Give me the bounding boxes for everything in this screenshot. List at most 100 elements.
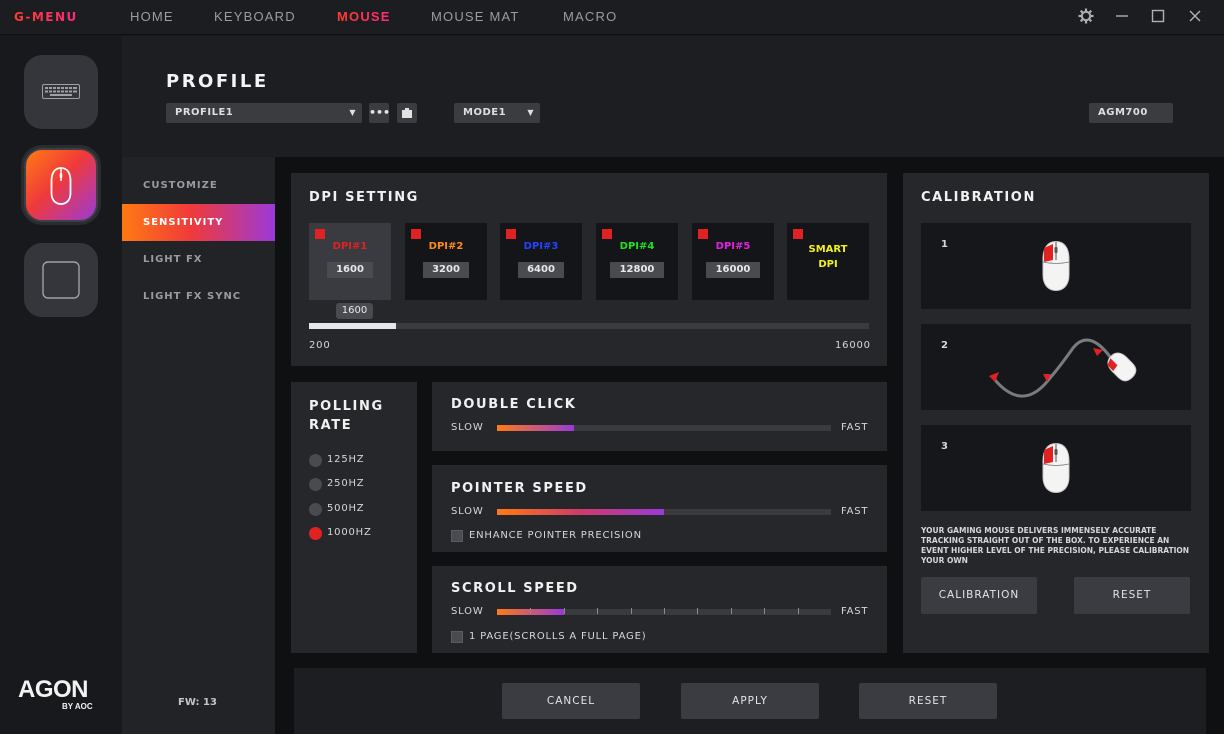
dpi-slider-tooltip: 1600 [336,303,373,319]
device-mousemat-button[interactable] [24,243,98,317]
scroll-speed-fast: FAST [841,606,869,617]
polling-radio-250[interactable] [309,478,322,491]
double-click-slider[interactable] [497,425,831,431]
profile-header [122,36,1224,157]
dpi-stage-value[interactable]: 6400 [518,262,564,278]
dpi-stage-4[interactable]: DPI#4 12800 [596,223,678,300]
calibration-path-illustration [989,338,1137,398]
dpi-stage-label: DPI#2 [428,241,464,252]
close-icon[interactable] [1185,8,1205,28]
device-rail [0,36,122,734]
mode-select-value: MODE1 [463,107,507,118]
nav-macro[interactable]: MACRO [563,9,617,24]
maximize-icon[interactable] [1148,8,1168,28]
profile-more-button[interactable]: ••• [369,103,390,123]
double-click-fill [497,425,574,431]
full-page-scroll-checkbox[interactable] [451,631,463,643]
aoc-logo: BY AOC [62,702,93,711]
dpi-stage-1[interactable]: DPI#1 1600 [309,223,391,300]
calibration-step-2: 2 [921,324,1191,410]
dpi-smart-checkbox[interactable] [793,229,803,239]
scroll-speed-tick [697,608,699,614]
app-brand: G-MENU [14,10,78,24]
scroll-speed-slider[interactable] [497,608,831,615]
dpi-stage-value[interactable]: 16000 [706,262,760,278]
dpi-slider[interactable] [309,323,869,329]
dpi-stage-3[interactable]: DPI#3 6400 [500,223,582,300]
nav-keyboard[interactable]: KEYBOARD [214,9,296,24]
calibration-step-number: 3 [941,441,949,452]
page-title: PROFILE [166,71,269,92]
profile-save-button[interactable] [397,103,417,123]
polling-label-125: 125HZ [327,454,365,465]
scroll-speed-tick [797,608,799,614]
polling-rate-title-2: RATE [309,418,353,433]
nav-home[interactable]: HOME [130,9,174,24]
scroll-speed-tick [664,608,665,614]
double-click-fast: FAST [841,422,869,433]
dpi-stage-label: DPI#3 [523,241,559,252]
polling-label-250: 250HZ [327,478,365,489]
keyboard-icon [42,84,80,99]
submenu-item-light-fx-sync[interactable]: LIGHT FX SYNC [122,278,275,315]
mode-select[interactable]: MODE1 ▼ [454,103,540,123]
cancel-button[interactable]: CANCEL [502,683,640,719]
double-click-panel [432,382,887,451]
pointer-speed-slow: SLOW [451,506,484,517]
dpi-stage-checkbox[interactable] [411,229,421,239]
scroll-speed-slow: SLOW [451,606,484,617]
calibration-step-1: 1 [921,223,1191,309]
chevron-down-icon: ▼ [527,108,534,117]
scroll-speed-tick [764,608,766,614]
mouse-icon [1042,442,1070,494]
dpi-stage-value[interactable]: 1600 [327,262,373,278]
polling-radio-1000[interactable] [309,527,322,540]
reset-button[interactable]: RESET [859,683,997,719]
full-page-scroll-label: 1 PAGE(SCROLLS A FULL PAGE) [469,631,647,642]
pointer-speed-fill [497,509,664,515]
dpi-smart-label-2: DPI [818,259,838,270]
agon-logo: AGON [18,676,89,703]
pointer-speed-title: POINTER SPEED [451,481,588,496]
double-click-title: DOUBLE CLICK [451,397,577,412]
dpi-stage-value[interactable]: 3200 [423,262,469,278]
dpi-stage-checkbox[interactable] [602,229,612,239]
submenu-item-customize[interactable]: CUSTOMIZE [122,167,275,204]
calibration-step-number: 2 [941,340,949,351]
dpi-stage-checkbox[interactable] [698,229,708,239]
calibration-button[interactable]: CALIBRATION [921,577,1037,614]
polling-radio-500[interactable] [309,503,322,516]
dpi-smart[interactable]: SMART DPI [787,223,869,300]
dpi-setting-title: DPI SETTING [309,190,419,205]
polling-label-1000: 1000HZ [327,527,372,538]
chevron-down-icon: ▼ [349,108,356,117]
dpi-slider-max: 16000 [835,340,871,351]
dpi-stage-2[interactable]: DPI#2 3200 [405,223,487,300]
submenu-item-sensitivity[interactable]: SENSITIVITY [122,204,275,241]
firmware-version: FW: 13 [178,697,217,708]
enhance-precision-label: ENHANCE POINTER PRECISION [469,530,642,541]
scroll-speed-tick [597,608,599,614]
device-keyboard-button[interactable] [24,55,98,129]
scroll-speed-tick [563,608,565,614]
apply-button[interactable]: APPLY [681,683,819,719]
pointer-speed-slider[interactable] [497,509,831,515]
dpi-stage-value[interactable]: 12800 [610,262,664,278]
polling-radio-125[interactable] [309,454,322,467]
dpi-stage-checkbox[interactable] [506,229,516,239]
pointer-speed-fast: FAST [841,506,869,517]
minimize-icon[interactable] [1112,8,1132,28]
enhance-precision-checkbox[interactable] [451,530,463,542]
calibration-title: CALIBRATION [921,190,1036,205]
device-model-badge: AGM700 [1089,103,1173,123]
dpi-stage-5[interactable]: DPI#5 16000 [692,223,774,300]
calibration-reset-button[interactable]: RESET [1074,577,1190,614]
device-mouse-button[interactable] [24,148,98,222]
profile-select[interactable]: PROFILE1 ▼ [166,103,362,123]
nav-mouse-mat[interactable]: MOUSE MAT [431,9,520,24]
submenu-item-light-fx[interactable]: LIGHT FX [122,241,275,278]
nav-mouse[interactable]: MOUSE [337,9,391,24]
scroll-speed-tick [630,608,632,614]
gear-icon[interactable] [1076,8,1096,28]
dpi-stage-checkbox[interactable] [315,229,325,239]
